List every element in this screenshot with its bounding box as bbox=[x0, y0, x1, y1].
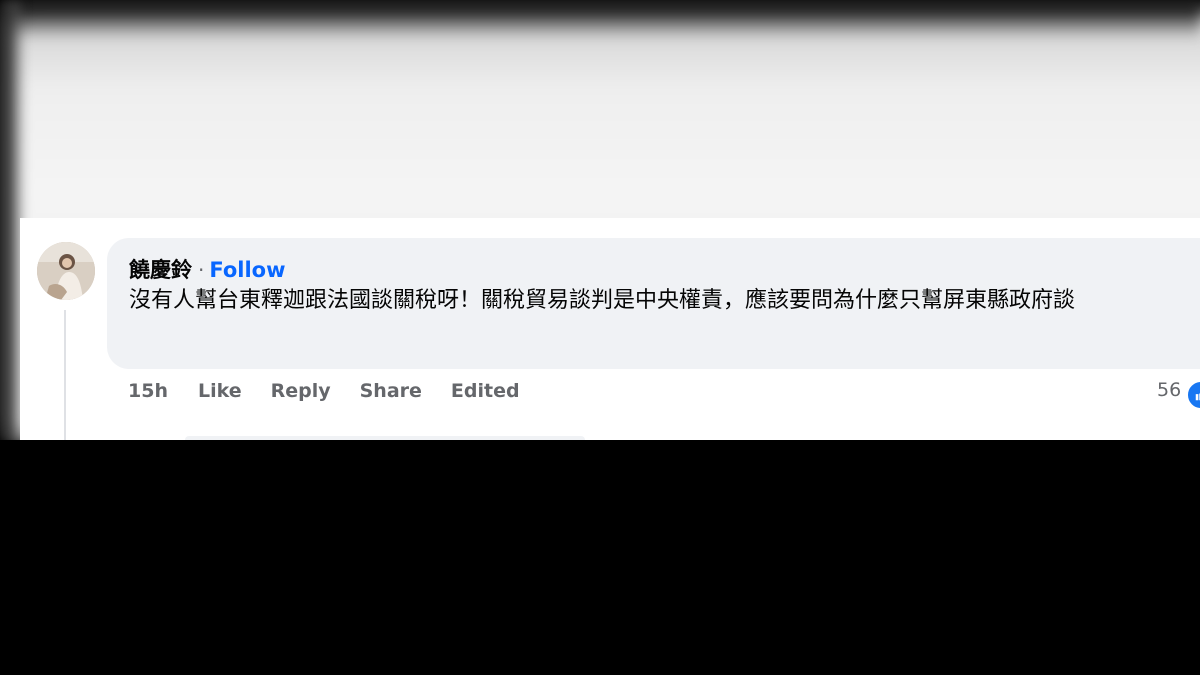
share-button[interactable]: Share bbox=[360, 380, 422, 402]
user-photo-avatar-icon bbox=[37, 242, 95, 300]
comment-actions: 15h Like Reply Share Edited bbox=[128, 377, 549, 405]
like-reaction-icon[interactable] bbox=[1186, 380, 1200, 410]
follow-button[interactable]: Follow bbox=[209, 258, 285, 282]
author-name[interactable]: 饒慶鈴 bbox=[129, 254, 192, 284]
comment-header: 饒慶鈴 · Follow bbox=[129, 254, 286, 282]
comment-item: 饒慶鈴 · Follow 沒有人幫台東釋迦跟法國談關稅呀！關稅貿易談判是中央權責… bbox=[20, 218, 1200, 440]
reply-thread-line bbox=[64, 310, 66, 440]
screenshot-stage: 饒慶鈴 · Follow 沒有人幫台東釋迦跟法國談關稅呀！關稅貿易談判是中央權責… bbox=[0, 0, 1200, 675]
reply-button[interactable]: Reply bbox=[271, 380, 331, 402]
author-avatar[interactable] bbox=[37, 242, 95, 300]
comment-timestamp[interactable]: 15h bbox=[128, 380, 168, 402]
like-button[interactable]: Like bbox=[198, 380, 242, 402]
reaction-count[interactable]: 56 bbox=[1157, 379, 1181, 401]
comment-bubble: 饒慶鈴 · Follow 沒有人幫台東釋迦跟法國談關稅呀！關稅貿易談判是中央權責… bbox=[107, 238, 1200, 369]
blurred-top-shadow bbox=[0, 0, 1200, 40]
comment-text: 沒有人幫台東釋迦跟法國談關稅呀！關稅貿易談判是中央權責，應該要問為什麼只幫屏東縣… bbox=[129, 288, 1076, 313]
separator-dot: · bbox=[198, 258, 205, 282]
black-letterbox bbox=[0, 440, 1200, 675]
thumbs-up-icon bbox=[1195, 392, 1200, 401]
edited-label[interactable]: Edited bbox=[451, 380, 520, 402]
